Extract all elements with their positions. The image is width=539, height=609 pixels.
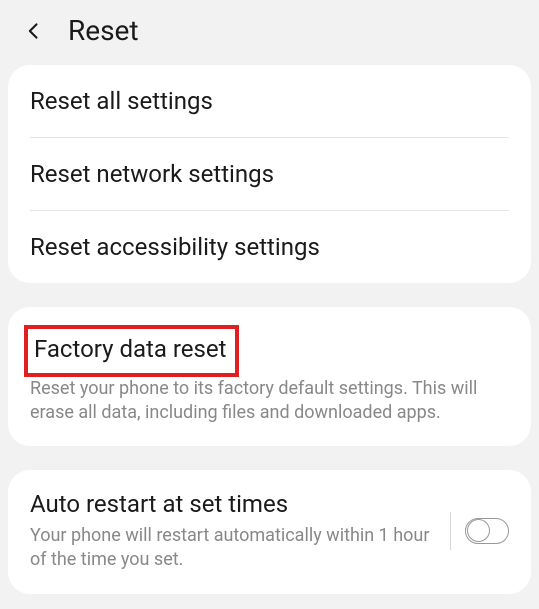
highlight-annotation: Factory data reset	[24, 325, 239, 377]
page-title: Reset	[68, 14, 139, 47]
auto-restart-toggle[interactable]	[465, 518, 509, 544]
reset-options-card: Reset all settings Reset network setting…	[8, 65, 531, 283]
auto-restart-card: Auto restart at set times Your phone wil…	[8, 470, 531, 595]
toggle-knob	[467, 519, 490, 542]
auto-restart-title: Auto restart at set times	[30, 490, 436, 518]
factory-data-reset-desc: Reset your phone to its factory default …	[30, 377, 509, 426]
reset-all-settings[interactable]: Reset all settings	[8, 65, 531, 137]
reset-network-settings[interactable]: Reset network settings	[8, 138, 531, 210]
auto-restart-desc: Your phone will restart automatically wi…	[30, 524, 436, 573]
header: Reset	[0, 0, 539, 65]
factory-data-reset-title: Factory data reset	[34, 335, 227, 363]
back-icon[interactable]	[24, 21, 44, 41]
factory-reset-card: Factory data reset Reset your phone to i…	[8, 307, 531, 446]
auto-restart-item[interactable]: Auto restart at set times Your phone wil…	[8, 470, 531, 595]
factory-data-reset[interactable]: Factory data reset Reset your phone to i…	[8, 307, 531, 446]
reset-accessibility-settings[interactable]: Reset accessibility settings	[8, 211, 531, 283]
auto-restart-text: Auto restart at set times Your phone wil…	[30, 490, 436, 573]
divider-vertical	[450, 512, 451, 550]
